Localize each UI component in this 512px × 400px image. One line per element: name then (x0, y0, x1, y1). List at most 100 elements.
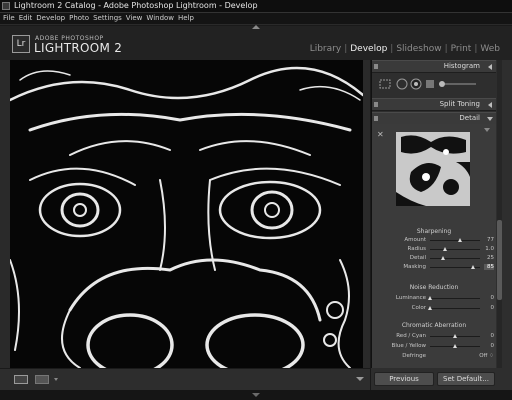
module-separator: | (344, 44, 348, 54)
menu-settings[interactable]: Settings (93, 13, 122, 24)
histogram-header[interactable]: Histogram (372, 60, 496, 73)
window-title: Lightroom 2 Catalog - Adobe Photoshop Li… (14, 1, 258, 10)
menu-photo[interactable]: Photo (69, 13, 89, 24)
panel-scrollbar-thumb[interactable] (497, 220, 502, 300)
menu-bar: File Edit Develop Photo Settings View Wi… (0, 13, 512, 25)
panel-solo-icon (374, 116, 378, 121)
blue-yellow-row: Blue / Yellow 0 (372, 342, 496, 351)
luminance-value[interactable]: 0 (484, 295, 495, 301)
detail-row: Detail 25 (372, 254, 496, 263)
previous-button[interactable]: Previous (374, 372, 434, 386)
photo-preview[interactable] (10, 60, 363, 368)
loupe-view-button[interactable] (14, 375, 28, 384)
title-bar: Lightroom 2 Catalog - Adobe Photoshop Li… (0, 0, 512, 13)
panel-solo-icon (374, 64, 378, 69)
module-print[interactable]: Print (451, 44, 472, 54)
collapse-arrow-icon (487, 117, 493, 121)
radius-row: Radius 1.0 (372, 245, 496, 254)
color-label: Color (411, 305, 426, 311)
filmstrip-edge (0, 390, 512, 400)
crop-tool-icon[interactable] (379, 79, 391, 89)
detail-panel: ✕ Sharpening Amount 77 Radius 1.0 Detail… (372, 124, 496, 368)
expand-filmstrip-icon[interactable] (252, 393, 260, 397)
blue-yellow-value[interactable]: 0 (484, 343, 495, 349)
set-default-button[interactable]: Set Default... (437, 372, 495, 386)
amount-slider-thumb[interactable] (458, 238, 462, 242)
lightroom-logo-icon: Lr (12, 35, 30, 53)
detail-slider[interactable] (430, 258, 480, 259)
color-slider[interactable] (430, 308, 480, 309)
radius-slider-thumb[interactable] (443, 247, 447, 251)
masking-label: Masking (403, 264, 426, 270)
luminance-row: Luminance 0 (372, 294, 496, 303)
expand-arrow-icon (488, 102, 492, 108)
module-separator: | (474, 44, 478, 54)
image-area (0, 60, 370, 368)
view-options-chevron-icon[interactable] (54, 378, 58, 381)
before-after-view-button[interactable] (35, 375, 49, 384)
menu-edit[interactable]: Edit (19, 13, 33, 24)
detail-zoom-preview[interactable] (396, 132, 470, 206)
panel-button-bar: Previous Set Default... (371, 368, 512, 390)
chromatic-aberration-title: Chromatic Aberration (401, 322, 467, 329)
develop-tool-strip (376, 76, 494, 90)
toolbar-menu-chevron-icon[interactable] (356, 377, 364, 381)
blue-yellow-label: Blue / Yellow (391, 343, 426, 349)
top-panel: Lr ADOBE PHOTOSHOP LIGHTROOM 2 Library |… (0, 26, 512, 60)
split-toning-header[interactable]: Split Toning (372, 98, 496, 111)
menu-file[interactable]: File (3, 13, 15, 24)
module-separator: | (390, 44, 394, 54)
detail-slider-thumb[interactable] (440, 256, 445, 260)
masking-value[interactable]: 85 (484, 264, 494, 270)
color-row: Color 0 (372, 304, 496, 313)
graduated-filter-icon[interactable] (426, 80, 434, 88)
luminance-slider-thumb[interactable] (428, 296, 432, 300)
module-slideshow[interactable]: Slideshow (396, 44, 441, 54)
app-icon (2, 2, 10, 10)
module-separator: | (444, 44, 448, 54)
radius-value[interactable]: 1.0 (484, 246, 494, 252)
amount-label: Amount (404, 237, 426, 243)
collapse-top-panel-icon[interactable] (252, 25, 260, 29)
red-cyan-slider-thumb[interactable] (453, 334, 457, 338)
noise-reduction-title: Noise Reduction (409, 284, 459, 291)
radius-slider[interactable] (430, 249, 480, 250)
module-web[interactable]: Web (480, 44, 500, 54)
target-icon[interactable]: ✕ (377, 130, 384, 139)
red-cyan-row: Red / Cyan 0 (372, 332, 496, 341)
menu-help[interactable]: Help (178, 13, 194, 24)
masking-slider-thumb[interactable] (470, 265, 475, 269)
right-panel: Histogram Split Toning Detail ✕ Sharpeni… (371, 60, 512, 368)
sharpening-title: Sharpening (416, 228, 452, 235)
defringe-label: Defringe (402, 353, 426, 359)
amount-value[interactable]: 77 (484, 237, 494, 243)
detail-value[interactable]: 25 (484, 255, 494, 261)
red-cyan-value[interactable]: 0 (484, 333, 495, 339)
masking-row: Masking 85 (372, 263, 496, 272)
module-picker: Library | Develop | Slideshow | Print | … (310, 44, 500, 54)
luminance-slider[interactable] (430, 298, 480, 299)
module-develop[interactable]: Develop (350, 44, 387, 54)
color-slider-thumb[interactable] (428, 306, 432, 310)
histogram-label: Histogram (443, 62, 480, 70)
panel-scrollbar[interactable] (497, 60, 502, 368)
red-eye-icon[interactable] (410, 78, 422, 90)
menu-window[interactable]: Window (146, 13, 174, 24)
module-library[interactable]: Library (310, 44, 341, 54)
spot-removal-icon[interactable] (396, 78, 408, 90)
menu-view[interactable]: View (126, 13, 143, 24)
defringe-select[interactable]: Off ♢ (470, 353, 494, 359)
amount-slider[interactable] (430, 240, 480, 241)
adjustment-brush-icon[interactable] (439, 81, 476, 87)
panel-solo-icon (374, 102, 378, 107)
detail-label: Detail (459, 114, 480, 122)
color-value[interactable]: 0 (484, 305, 495, 311)
red-cyan-label: Red / Cyan (396, 333, 426, 339)
bottom-toolbar (0, 368, 370, 391)
blue-yellow-slider-thumb[interactable] (453, 344, 457, 348)
menu-develop[interactable]: Develop (36, 13, 65, 24)
expand-arrow-icon (488, 64, 492, 70)
brand-title: LIGHTROOM 2 (34, 41, 123, 55)
split-toning-label: Split Toning (439, 100, 480, 108)
photo-image (10, 60, 363, 368)
